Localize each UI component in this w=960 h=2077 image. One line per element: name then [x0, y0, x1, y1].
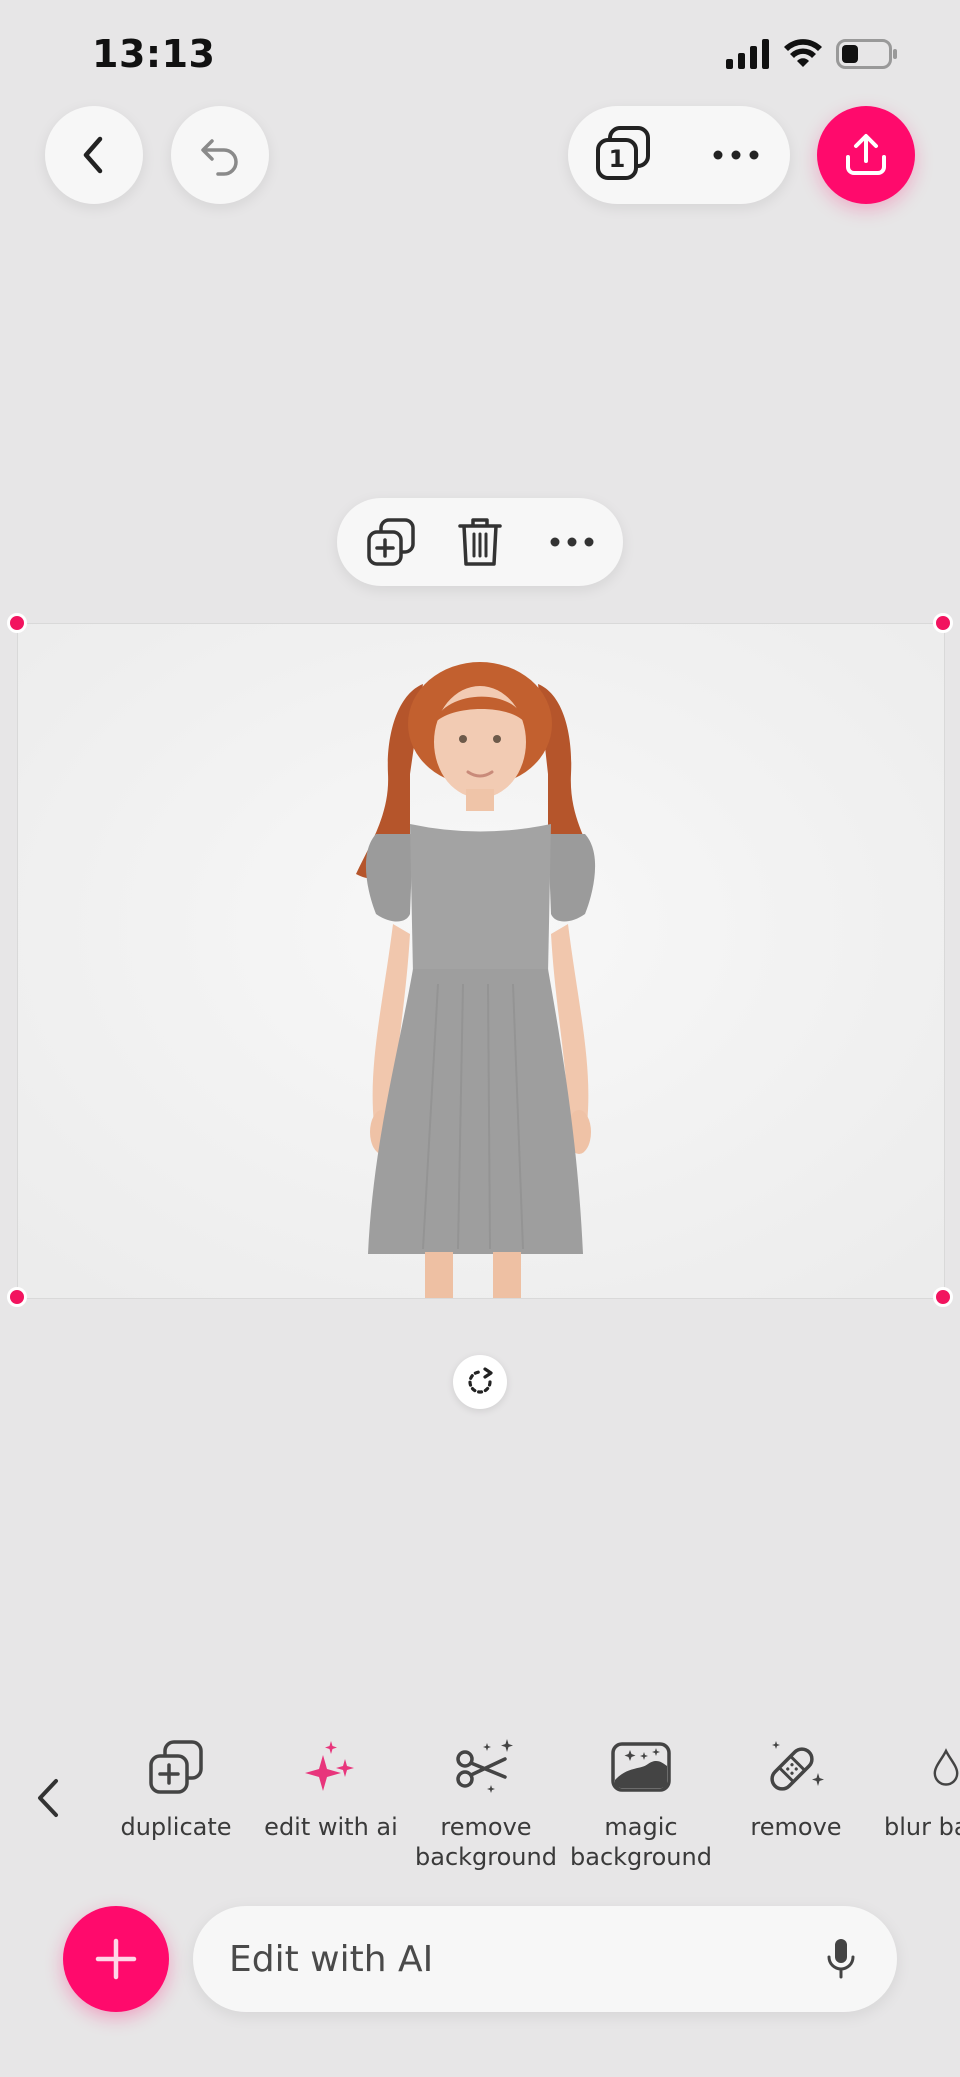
pages-button[interactable]: 1: [592, 124, 654, 186]
chevron-left-icon: [83, 136, 103, 174]
share-button[interactable]: [817, 106, 915, 204]
duplicate-icon: [149, 1740, 203, 1794]
resize-handle-top-left[interactable]: [7, 613, 27, 633]
rotate-handle[interactable]: [453, 1355, 507, 1409]
trash-icon: [458, 518, 502, 566]
tool-label: remove: [750, 1813, 842, 1841]
magic-background-icon: [611, 1742, 671, 1792]
tool-label: duplicate: [120, 1813, 232, 1841]
status-time: 13:13: [92, 32, 216, 76]
sparkles-icon: [305, 1741, 354, 1791]
status-icons: [726, 36, 898, 72]
photo-girl-grey-dress: [18, 624, 944, 1298]
microphone-button[interactable]: [821, 1934, 861, 1984]
signal-icon: [726, 39, 769, 69]
edit-with-ai-input[interactable]: Edit with AI: [193, 1906, 897, 2012]
tool-remove[interactable]: remove: [721, 1734, 871, 1842]
tool-label: remove background: [415, 1813, 557, 1871]
pages-count: 1: [608, 145, 626, 173]
delete-element-button[interactable]: [454, 514, 506, 570]
resize-handle-bottom-right[interactable]: [933, 1287, 953, 1307]
rotate-icon: [468, 1367, 493, 1394]
page-controls: 1: [568, 106, 790, 204]
undo-button[interactable]: [171, 106, 269, 204]
tool-label: blur background: [884, 1813, 960, 1841]
share-upload-icon: [846, 134, 886, 175]
tools-toolbar: duplicate edit with ai remove background: [0, 1734, 960, 1884]
drop-icon: [933, 1748, 959, 1786]
resize-handle-top-right[interactable]: [933, 613, 953, 633]
canvas-image[interactable]: [17, 623, 945, 1299]
tool-magic-background[interactable]: magic background: [566, 1734, 716, 1872]
selection-menu: [337, 498, 623, 586]
tool-edit-with-ai[interactable]: edit with ai: [256, 1734, 406, 1842]
tool-label: magic background: [570, 1813, 712, 1871]
undo-icon: [201, 139, 238, 176]
scissors-sparkle-icon: [456, 1739, 513, 1793]
bandage-sparkle-icon: [770, 1741, 824, 1791]
tool-blur-background[interactable]: blur background: [876, 1734, 960, 1842]
add-button[interactable]: [63, 1906, 169, 2012]
duplicate-element-button[interactable]: [365, 516, 417, 568]
ellipsis-icon: [713, 150, 759, 160]
wifi-icon: [784, 39, 822, 67]
element-more-button[interactable]: [547, 530, 597, 554]
tool-duplicate[interactable]: duplicate: [101, 1734, 251, 1842]
plus-icon: [95, 1938, 137, 1980]
resize-handle-bottom-left[interactable]: [7, 1287, 27, 1307]
microphone-icon: [827, 1939, 855, 1979]
tool-remove-background[interactable]: remove background: [411, 1734, 561, 1872]
more-button[interactable]: [708, 140, 764, 170]
battery-icon: [836, 39, 897, 69]
ellipsis-icon: [550, 537, 594, 547]
duplicate-icon: [367, 518, 415, 566]
back-button[interactable]: [45, 106, 143, 204]
chevron-left-icon: [38, 1779, 58, 1817]
tool-label: edit with ai: [264, 1813, 398, 1841]
edit-with-ai-placeholder: Edit with AI: [229, 1938, 434, 1980]
tools-collapse-button[interactable]: [28, 1772, 68, 1824]
